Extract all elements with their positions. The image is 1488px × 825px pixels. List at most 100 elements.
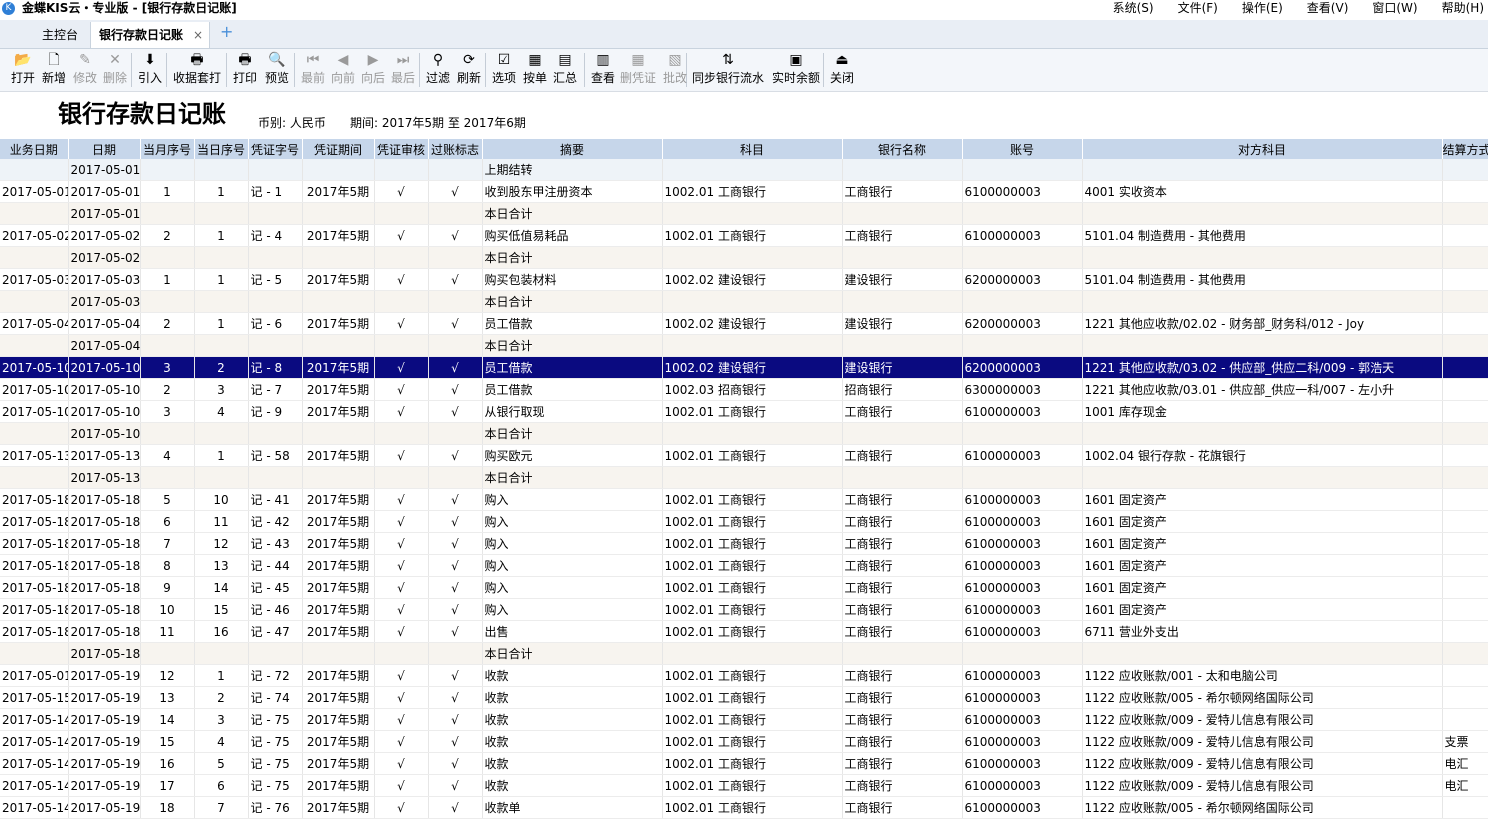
menu-operate[interactable]: 操作(E) xyxy=(1242,0,1283,16)
open-button[interactable]: 📂 打开 xyxy=(8,51,38,89)
column-header[interactable]: 科目 xyxy=(662,139,843,159)
edit-button[interactable]: ✎ 修改 xyxy=(70,51,100,89)
menu-help[interactable]: 帮助(H) xyxy=(1442,0,1484,16)
tab-home[interactable]: 主控台 xyxy=(34,22,90,48)
table-row[interactable]: 2017-05-03 2017-05-03 1 1 记 - 5 2017年5期 √ √ 购买包装… xyxy=(0,268,1488,291)
column-header[interactable]: 对方科目 xyxy=(1082,139,1443,159)
table-row[interactable]: 2017-05-18 2017-05-18 11 16 记 - 47 2017年5期 √ √ 出… xyxy=(0,620,1488,643)
view-button[interactable]: ▥ 查看 xyxy=(588,51,618,89)
last-button[interactable]: ⏭ 最后 xyxy=(388,51,418,89)
table-row[interactable]: 2017-05-15 2017-05-19 13 2 记 - 74 2017年5期 √ √ 收款… xyxy=(0,686,1488,709)
import-button[interactable]: ⬇ 引入 xyxy=(135,51,165,89)
delete-voucher-button[interactable]: ▦ 删凭证 xyxy=(618,51,658,89)
filter-button[interactable]: ⚲ 过滤 xyxy=(423,51,453,89)
table-row[interactable]: 2017-05-14 2017-05-19 15 4 记 - 75 2017年5期 √ √ 收款… xyxy=(0,730,1488,753)
column-header[interactable]: 过账标志 xyxy=(428,139,483,159)
menu-view[interactable]: 查看(V) xyxy=(1307,0,1349,16)
table-row[interactable]: 2017-05-18 2017-05-18 7 12 记 - 43 2017年5期 √ √ 购入… xyxy=(0,532,1488,555)
table-row[interactable]: 2017-05-18 2017-05-18 8 13 记 - 44 2017年5期 √ √ 购入… xyxy=(0,554,1488,577)
table-row[interactable]: 2017-05-14 2017-05-19 16 5 记 - 75 2017年5期 √ √ 收款… xyxy=(0,752,1488,775)
table-row[interactable]: 2017-05-18 2017-05-18 9 14 记 - 45 2017年5期 √ √ 购入… xyxy=(0,576,1488,599)
table-row[interactable]: 2017-05-02 2017-05-02 2 1 记 - 4 2017年5期 √ √ 购买低值… xyxy=(0,224,1488,247)
table-cell: 记 - 58 xyxy=(248,444,303,467)
table-cell: √ xyxy=(374,312,429,335)
table-row[interactable]: 2017-05-04 2017-05-04 2 1 记 - 6 2017年5期 √ √ 员工借款… xyxy=(0,312,1488,335)
delete-icon: ✕ xyxy=(109,52,121,68)
by-voucher-icon: ▦ xyxy=(528,52,542,68)
column-header[interactable]: 当日序号 xyxy=(194,139,249,159)
table-cell xyxy=(1442,159,1488,181)
subtotal-row[interactable]: 2017-05-10 本日合计 xyxy=(0,422,1488,445)
table-cell xyxy=(428,642,483,665)
column-header[interactable]: 账号 xyxy=(962,139,1083,159)
table-row[interactable]: 2017-05-01 2017-05-19 12 1 记 - 72 2017年5期 √ √ 收款… xyxy=(0,664,1488,687)
column-header[interactable]: 日期 xyxy=(68,139,141,159)
table-cell: 3 xyxy=(140,356,195,379)
real-time-balance-button[interactable]: ▣ 实时余额 xyxy=(768,51,824,89)
refresh-button[interactable]: ⟳ 刷新 xyxy=(454,51,484,89)
table-cell: 2017-05-18 xyxy=(68,554,141,577)
table-cell: 6100000003 xyxy=(962,774,1083,797)
table-row[interactable]: 2017-05-18 2017-05-18 10 15 记 - 46 2017年5期 √ √ 购… xyxy=(0,598,1488,621)
menu-window[interactable]: 窗口(W) xyxy=(1372,0,1417,16)
table-cell: 工商银行 xyxy=(842,730,963,753)
table-row[interactable]: 2017-05-10 2017-05-10 3 2 记 - 8 2017年5期 √ √ 员工借款… xyxy=(0,356,1488,379)
tab-bank-journal[interactable]: 银行存款日记账 × xyxy=(90,22,210,48)
batch-edit-label: 批改 xyxy=(662,71,687,85)
by-voucher-button[interactable]: ▦ 按单 xyxy=(520,51,550,89)
next-button[interactable]: ▶ 向后 xyxy=(358,51,388,89)
column-header[interactable]: 银行名称 xyxy=(842,139,963,159)
table-row[interactable]: 2017-05-18 2017-05-18 6 11 记 - 42 2017年5期 √ √ 购入… xyxy=(0,510,1488,533)
column-header[interactable]: 业务日期 xyxy=(0,139,69,159)
table-cell: 记 - 45 xyxy=(248,576,303,599)
new-button[interactable]: 🗋 新增 xyxy=(39,51,69,89)
table-cell: √ xyxy=(374,356,429,379)
table-row[interactable]: 2017-05-18 2017-05-18 5 10 记 - 41 2017年5期 √ √ 购入… xyxy=(0,488,1488,511)
table-row[interactable]: 2017-05-10 2017-05-10 3 4 记 - 9 2017年5期 √ √ 从银行取… xyxy=(0,400,1488,423)
menu-system[interactable]: 系统(S) xyxy=(1113,0,1154,16)
import-icon: ⬇ xyxy=(144,52,156,68)
table-row[interactable]: 2017-05-14 2017-05-19 17 6 记 - 75 2017年5期 √ √ 收款… xyxy=(0,774,1488,797)
close-button[interactable]: ⏏ 关闭 xyxy=(827,51,857,89)
column-header[interactable]: 凭证期间 xyxy=(302,139,375,159)
column-header[interactable]: 凭证审核 xyxy=(374,139,429,159)
column-header[interactable]: 结算方式 xyxy=(1442,139,1488,159)
carry-forward-row[interactable]: 2017-05-01 上期结转 xyxy=(0,159,1488,181)
table-row[interactable]: 2017-05-01 2017-05-01 1 1 记 - 1 2017年5期 √ √ 收到股东… xyxy=(0,180,1488,203)
table-cell: 2 xyxy=(194,686,249,709)
column-header[interactable]: 凭证字号 xyxy=(248,139,303,159)
options-button[interactable]: ☑ 选项 xyxy=(489,51,519,89)
table-cell xyxy=(842,202,963,225)
menu-file[interactable]: 文件(F) xyxy=(1178,0,1218,16)
batch-edit-button[interactable]: ▧ 批改 xyxy=(660,51,690,89)
preview-button[interactable]: 🔍 预览 xyxy=(262,51,292,89)
first-button[interactable]: ⏮ 最前 xyxy=(298,51,328,89)
prev-button[interactable]: ◀ 向前 xyxy=(328,51,358,89)
delete-button[interactable]: ✕ 删除 xyxy=(100,51,130,89)
subtotal-row[interactable]: 2017-05-02 本日合计 xyxy=(0,246,1488,269)
table-cell: 7 xyxy=(140,532,195,555)
receipt-print-button[interactable]: 🖶 收据套打 xyxy=(170,51,224,89)
subtotal-row[interactable]: 2017-05-13 本日合计 xyxy=(0,466,1488,489)
table-row[interactable]: 2017-05-14 2017-05-19 18 7 记 - 76 2017年5期 √ √ 收款… xyxy=(0,796,1488,819)
summary-label: 汇总 xyxy=(552,71,577,85)
table-row[interactable]: 2017-05-10 2017-05-10 2 3 记 - 7 2017年5期 √ √ 员工借款… xyxy=(0,378,1488,401)
close-icon[interactable]: × xyxy=(193,22,203,48)
column-header[interactable]: 当月序号 xyxy=(140,139,195,159)
summary-button[interactable]: ▤ 汇总 xyxy=(550,51,580,89)
subtotal-row[interactable]: 2017-05-03 本日合计 xyxy=(0,290,1488,313)
sync-bank-statement-button[interactable]: ⇅ 同步银行流水 xyxy=(690,51,766,89)
print-button[interactable]: 🖶 打印 xyxy=(230,51,260,89)
subtotal-row[interactable]: 2017-05-01 本日合计 xyxy=(0,202,1488,225)
column-header[interactable]: 摘要 xyxy=(482,139,663,159)
table-cell: 工商银行 xyxy=(842,400,963,423)
table-cell: 2017年5期 xyxy=(302,686,375,709)
table-row[interactable]: 2017-05-14 2017-05-19 14 3 记 - 75 2017年5期 √ √ 收款… xyxy=(0,708,1488,731)
subtotal-row[interactable]: 2017-05-18 本日合计 xyxy=(0,642,1488,665)
table-row[interactable]: 2017-05-13 2017-05-13 4 1 记 - 58 2017年5期 √ √ 购买欧… xyxy=(0,444,1488,467)
table-cell: 15 xyxy=(140,730,195,753)
table-cell: 1002.01 工商银行 xyxy=(662,510,843,533)
table-cell: 1002.01 工商银行 xyxy=(662,664,843,687)
subtotal-row[interactable]: 2017-05-04 本日合计 xyxy=(0,334,1488,357)
add-tab-icon[interactable]: + xyxy=(220,24,234,40)
